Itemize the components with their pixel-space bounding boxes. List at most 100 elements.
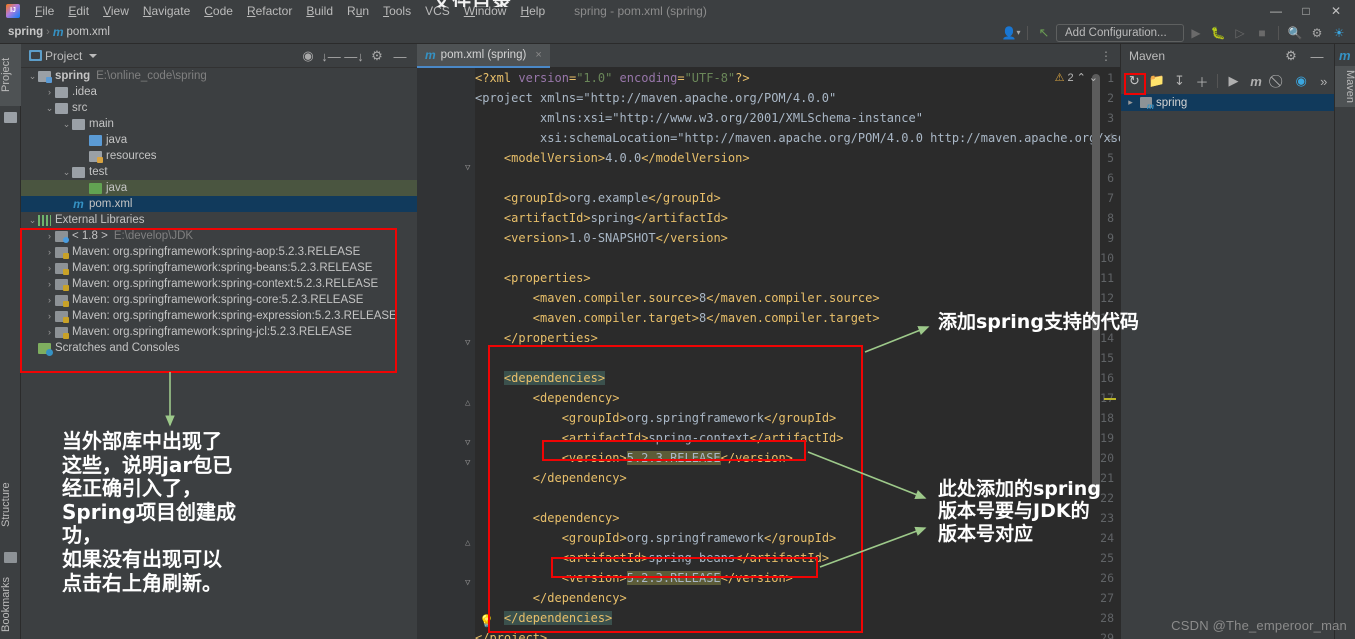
menu-item-refactor[interactable]: Refactor	[240, 2, 299, 20]
code-line[interactable]: <artifactId>spring-beans</artifactId>	[475, 548, 829, 568]
hide-icon[interactable]: —	[389, 45, 411, 67]
chevron-down-icon[interactable]: ⌄	[61, 167, 72, 178]
code-line[interactable]: <dependency>	[475, 388, 620, 408]
code-line[interactable]: <?xml version="1.0" encoding="UTF-8"?>	[475, 68, 750, 88]
chevron-right-icon[interactable]: ›	[44, 279, 55, 289]
show-diagram-icon[interactable]: ◉	[1291, 70, 1312, 92]
expand-all-icon[interactable]: ↓—	[320, 45, 342, 67]
menu-item-build[interactable]: Build	[299, 2, 340, 20]
code-line[interactable]: </dependencies>	[475, 608, 613, 628]
chevron-right-icon[interactable]: ›	[44, 295, 55, 305]
settings-icon[interactable]: ⚙	[1307, 23, 1327, 43]
reload-all-maven-projects-icon[interactable]: ↻	[1124, 70, 1145, 92]
run-maven-build-icon[interactable]: ▶	[1223, 70, 1244, 92]
menu-item-code[interactable]: Code	[197, 2, 240, 20]
code-line[interactable]: </dependency>	[475, 468, 627, 488]
code-line[interactable]: <modelVersion>4.0.0</modelVersion>	[475, 148, 750, 168]
chevron-right-icon[interactable]: ›	[44, 327, 55, 337]
run-configuration-selector[interactable]: Add Configuration...	[1056, 23, 1184, 42]
next-problem-icon[interactable]: ⌄	[1089, 71, 1098, 84]
tree-node[interactable]: › Maven: org.springframework:spring-expre…	[21, 308, 417, 324]
code-line[interactable]: <groupId>org.springframework</groupId>	[475, 528, 837, 548]
menu-item-navigate[interactable]: Navigate	[136, 2, 197, 20]
sidebar-item-maven[interactable]: Maven	[1335, 66, 1355, 108]
sidebar-item-project[interactable]: Project	[0, 44, 21, 106]
tree-node[interactable]: ⌄ src	[21, 100, 417, 116]
menu-item-help[interactable]: Help	[513, 2, 552, 20]
code-line[interactable]: <version>1.0-SNAPSHOT</version>	[475, 228, 728, 248]
tree-node[interactable]: m pom.xml	[21, 196, 417, 212]
execute-maven-goal-icon[interactable]: m	[1246, 70, 1267, 92]
menu-item-run[interactable]: Run	[340, 2, 376, 20]
debug-icon[interactable]: 🐛	[1208, 23, 1228, 43]
code-line[interactable]: <groupId>org.springframework</groupId>	[475, 408, 837, 428]
tree-node[interactable]: ⌄ spring E:\online_code\spring	[21, 68, 417, 84]
maven-project-row-spring[interactable]: ▸ spring	[1121, 94, 1335, 111]
menu-item-tools[interactable]: Tools	[376, 2, 418, 20]
code-editor[interactable]: 1234567891011121314151617181920212223242…	[417, 68, 1120, 639]
menu-item-file[interactable]: File	[28, 2, 61, 20]
previous-problem-icon[interactable]: ⌃	[1077, 71, 1086, 84]
update-project-icon[interactable]: ↖	[1034, 23, 1054, 43]
chevron-down-icon[interactable]: ⌄	[27, 215, 38, 226]
chevron-right-icon[interactable]: ›	[44, 87, 55, 97]
tree-node[interactable]: › .idea	[21, 84, 417, 100]
chevron-right-icon[interactable]: ›	[44, 231, 55, 241]
code-line[interactable]: <project xmlns="http://maven.apache.org/…	[475, 88, 836, 108]
code-line[interactable]: <version>5.2.3.RELEASE</version>	[475, 448, 793, 468]
breadcrumb-project[interactable]: spring	[8, 26, 43, 38]
code-line[interactable]: <artifactId>spring</artifactId>	[475, 208, 728, 228]
editor-options-icon[interactable]: ⋮	[1100, 49, 1112, 63]
settings-icon[interactable]: ⚙	[1280, 45, 1302, 67]
tree-node[interactable]: ⌄ main	[21, 116, 417, 132]
ide-assistant-icon[interactable]: ☀	[1329, 23, 1349, 43]
chevron-down-icon[interactable]	[89, 53, 98, 58]
code-line[interactable]: <maven.compiler.source>8</maven.compiler…	[475, 288, 880, 308]
code-line[interactable]: <version>5.2.3.RELEASE</version>	[475, 568, 793, 588]
tree-node[interactable]: resources	[21, 148, 417, 164]
code-line[interactable]: <artifactId>spring-context</artifactId>	[475, 428, 844, 448]
run-with-coverage-icon[interactable]: ▷	[1230, 23, 1250, 43]
code-line[interactable]: </project>	[475, 628, 547, 639]
menu-item-edit[interactable]: Edit	[61, 2, 96, 20]
tree-node[interactable]: › Maven: org.springframework:spring-jcl:5…	[21, 324, 417, 340]
tree-node[interactable]: ⌄ External Libraries	[21, 212, 417, 228]
hide-icon[interactable]: —	[1306, 45, 1328, 67]
tree-node[interactable]: java	[21, 180, 417, 196]
code-line[interactable]: xsi:schemaLocation="http://maven.apache.…	[475, 128, 1120, 148]
user-account-icon[interactable]: 👤 ▾	[1001, 23, 1021, 43]
tree-node[interactable]: › Maven: org.springframework:spring-core:…	[21, 292, 417, 308]
close-icon[interactable]: ×	[535, 49, 541, 61]
maximize-button[interactable]: □	[1291, 4, 1321, 18]
tree-node[interactable]: › Maven: org.springframework:spring-aop:5…	[21, 244, 417, 260]
code-line[interactable]: <dependency>	[475, 508, 620, 528]
tree-node[interactable]: Scratches and Consoles	[21, 340, 417, 356]
chevron-down-icon[interactable]: ⌄	[27, 71, 38, 82]
code-line[interactable]: xmlns:xsi="http://www.w3.org/2001/XMLSch…	[475, 108, 923, 128]
warning-stripe[interactable]	[1104, 398, 1116, 400]
chevron-down-icon[interactable]: ⌄	[61, 119, 72, 130]
add-icon[interactable]: ＋	[1192, 70, 1213, 92]
settings-icon[interactable]: ⚙	[366, 45, 388, 67]
breadcrumb-file[interactable]: pom.xml	[66, 26, 109, 38]
add-maven-project-icon[interactable]: 📁	[1147, 70, 1168, 92]
search-everywhere-icon[interactable]: 🔍	[1285, 23, 1305, 43]
chevron-right-icon[interactable]: ›	[44, 263, 55, 273]
code-line[interactable]: <maven.compiler.target>8</maven.compiler…	[475, 308, 880, 328]
run-icon[interactable]: ▶	[1186, 23, 1206, 43]
menu-item-view[interactable]: View	[96, 2, 136, 20]
download-sources-icon[interactable]: ↧	[1169, 70, 1190, 92]
tree-node[interactable]: › Maven: org.springframework:spring-conte…	[21, 276, 417, 292]
sidebar-item-structure[interactable]: Structure	[0, 467, 21, 543]
tree-node[interactable]: › Maven: org.springframework:spring-beans…	[21, 260, 417, 276]
sidebar-item-bookmarks[interactable]: Bookmarks	[0, 569, 21, 639]
code-line[interactable]: <dependencies>	[475, 368, 606, 388]
locate-icon[interactable]: ◉	[297, 45, 319, 67]
minimize-button[interactable]: —	[1261, 4, 1291, 18]
chevron-down-icon[interactable]: ⌄	[44, 103, 55, 114]
more-icon[interactable]: »	[1313, 70, 1334, 92]
chevron-right-icon[interactable]: ›	[44, 311, 55, 321]
close-button[interactable]: ✕	[1321, 4, 1351, 18]
stop-icon[interactable]: ■	[1252, 23, 1272, 43]
code-line[interactable]: </properties>	[475, 328, 598, 348]
